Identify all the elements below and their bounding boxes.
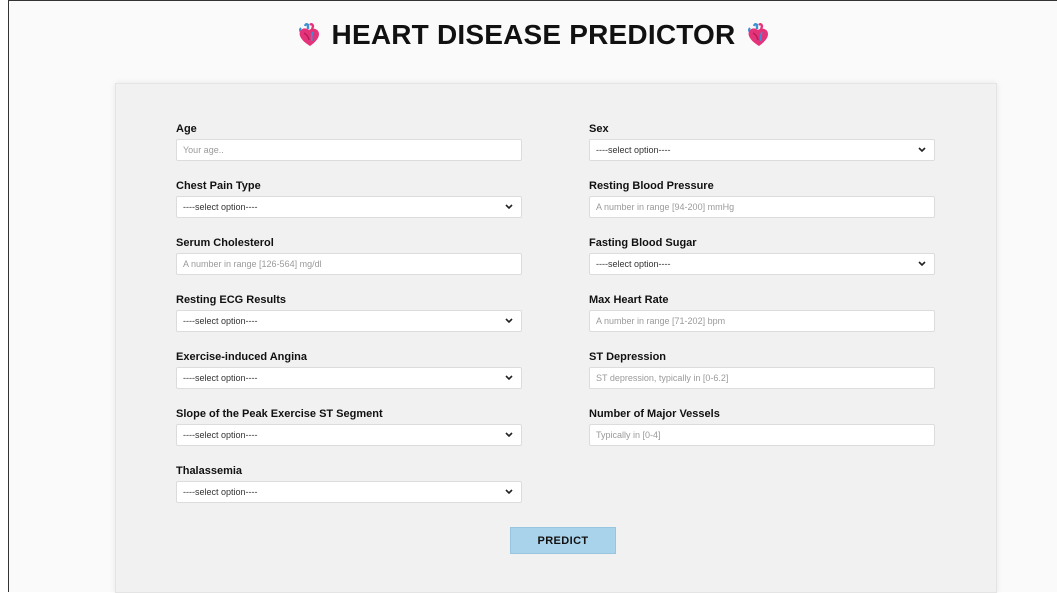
- chevron-down-icon: [505, 318, 513, 324]
- thal-select-value: ----select option----: [183, 487, 258, 497]
- slope-select-value: ----select option----: [183, 430, 258, 440]
- st-depression-input[interactable]: [589, 367, 935, 389]
- vessels-input[interactable]: [589, 424, 935, 446]
- fasting-sugar-select[interactable]: ----select option----: [589, 253, 935, 275]
- vessels-field-group: Number of Major Vessels: [589, 407, 935, 446]
- max-hr-field-group: Max Heart Rate: [589, 293, 935, 332]
- angina-select-value: ----select option----: [183, 373, 258, 383]
- chevron-down-icon: [505, 489, 513, 495]
- vessels-label: Number of Major Vessels: [589, 408, 720, 420]
- prediction-form: Age Sex ----select option---- Chest Pain…: [115, 83, 997, 593]
- resting-ecg-label: Resting ECG Results: [176, 294, 287, 306]
- max-hr-label: Max Heart Rate: [589, 294, 669, 306]
- max-hr-input[interactable]: [589, 310, 935, 332]
- resting-ecg-field-group: Resting ECG Results ----select option---…: [176, 293, 522, 332]
- angina-select[interactable]: ----select option----: [176, 367, 522, 389]
- sex-label: Sex: [589, 123, 609, 135]
- resting-bp-field-group: Resting Blood Pressure: [589, 179, 935, 218]
- chest-pain-select-value: ----select option----: [183, 202, 258, 212]
- thal-select[interactable]: ----select option----: [176, 481, 522, 503]
- sex-select[interactable]: ----select option----: [589, 139, 935, 161]
- resting-bp-label: Resting Blood Pressure: [589, 180, 714, 192]
- resting-bp-input[interactable]: [589, 196, 935, 218]
- slope-field-group: Slope of the Peak Exercise ST Segment --…: [176, 407, 522, 446]
- st-depression-label: ST Depression: [589, 351, 667, 363]
- cholesterol-field-group: Serum Cholesterol: [176, 236, 522, 275]
- age-label: Age: [176, 123, 197, 135]
- sex-select-value: ----select option----: [596, 145, 671, 155]
- predict-button[interactable]: PREDICT: [510, 527, 616, 554]
- page-title: HEART DISEASE PREDICTOR: [331, 19, 736, 50]
- anatomical-heart-icon: [298, 23, 319, 46]
- cholesterol-label: Serum Cholesterol: [176, 237, 274, 249]
- age-input[interactable]: [176, 139, 522, 161]
- fasting-sugar-select-value: ----select option----: [596, 259, 671, 269]
- chest-pain-select[interactable]: ----select option----: [176, 196, 522, 218]
- chevron-down-icon: [918, 147, 926, 153]
- thal-field-group: Thalassemia ----select option----: [176, 464, 522, 503]
- slope-select[interactable]: ----select option----: [176, 424, 522, 446]
- angina-field-group: Exercise-induced Angina ----select optio…: [176, 350, 522, 389]
- chevron-down-icon: [918, 261, 926, 267]
- chevron-down-icon: [505, 204, 513, 210]
- chevron-down-icon: [505, 375, 513, 381]
- thal-label: Thalassemia: [176, 465, 243, 477]
- resting-ecg-select-value: ----select option----: [183, 316, 258, 326]
- anatomical-heart-icon: [748, 23, 769, 46]
- st-depression-field-group: ST Depression: [589, 350, 935, 389]
- page-header: HEART DISEASE PREDICTOR: [9, 19, 1057, 51]
- page-frame: HEART DISEASE PREDICTOR Age Sex ----sele…: [8, 0, 1057, 593]
- sex-field-group: Sex ----select option----: [589, 122, 935, 161]
- fasting-sugar-label: Fasting Blood Sugar: [589, 237, 697, 249]
- angina-label: Exercise-induced Angina: [176, 351, 308, 363]
- resting-ecg-select[interactable]: ----select option----: [176, 310, 522, 332]
- slope-label: Slope of the Peak Exercise ST Segment: [176, 408, 383, 420]
- fasting-sugar-field-group: Fasting Blood Sugar ----select option---…: [589, 236, 935, 275]
- age-field-group: Age: [176, 122, 522, 161]
- chevron-down-icon: [505, 432, 513, 438]
- chest-pain-label: Chest Pain Type: [176, 180, 261, 192]
- chest-pain-field-group: Chest Pain Type ----select option----: [176, 179, 522, 218]
- cholesterol-input[interactable]: [176, 253, 522, 275]
